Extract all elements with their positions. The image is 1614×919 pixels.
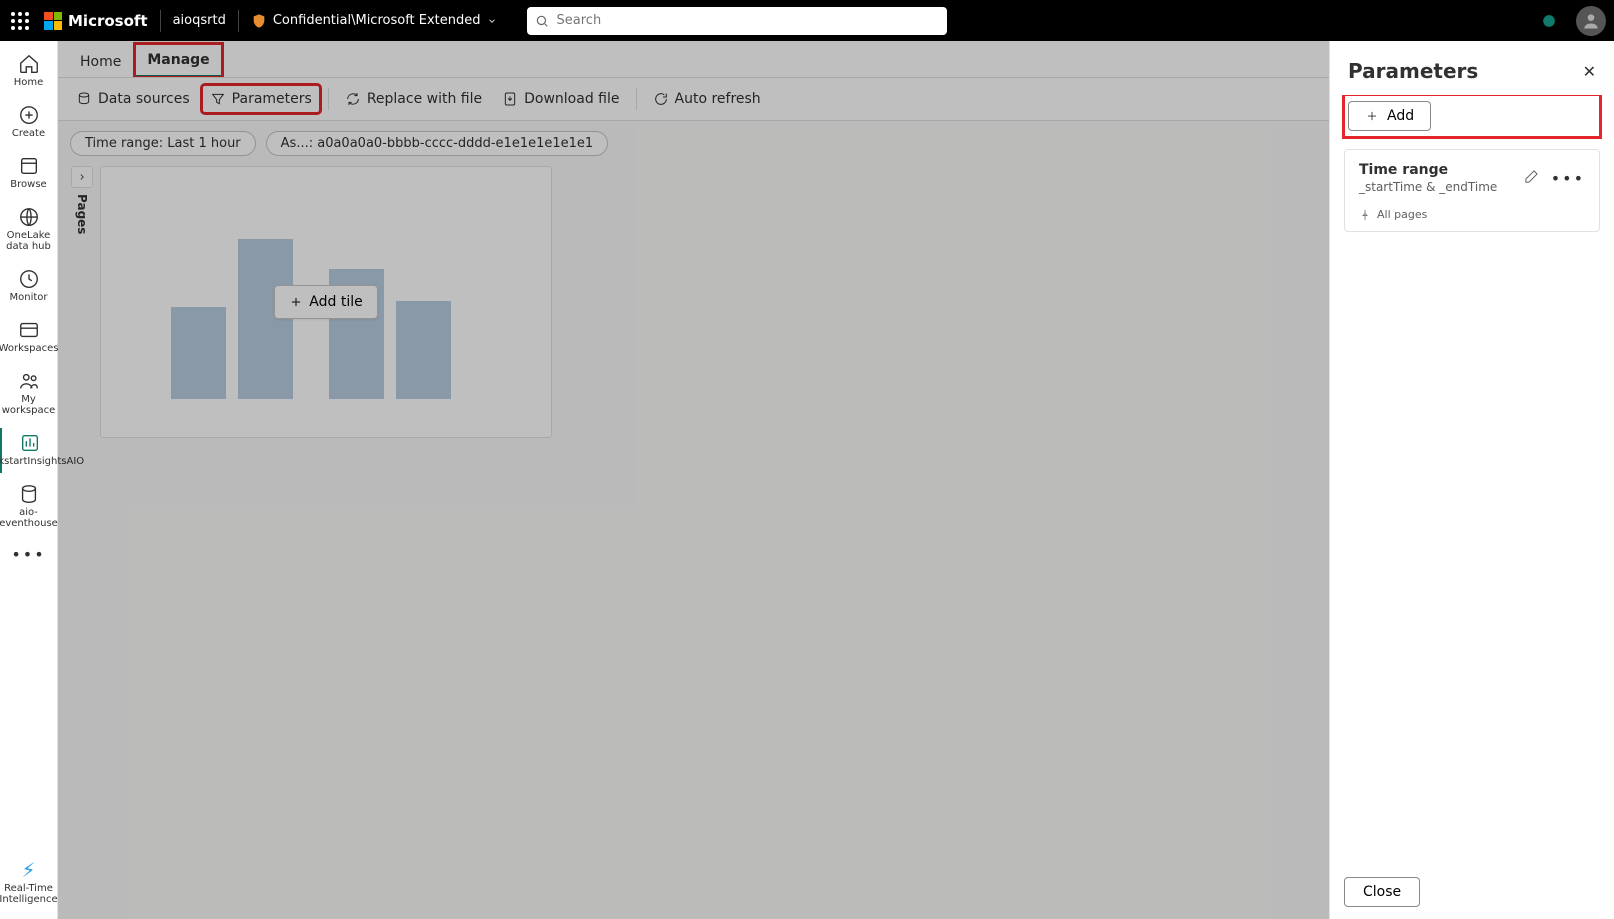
nav-label: Create: [12, 128, 45, 139]
brand-text: Microsoft: [68, 12, 148, 30]
sensitivity-selector[interactable]: Confidential\Microsoft Extended: [251, 13, 497, 29]
nav-label: Real-Time Intelligence: [0, 883, 58, 905]
nav-label: Browse: [10, 179, 46, 190]
nav-eventhouse[interactable]: aio-eventhouse: [1, 479, 57, 535]
search-wrapper: [527, 7, 947, 35]
divider: [160, 10, 161, 32]
edit-parameter-icon[interactable]: [1524, 169, 1539, 188]
nav-browse[interactable]: Browse: [1, 151, 57, 196]
monitor-icon: [18, 268, 40, 290]
dashboard-icon: [19, 432, 41, 454]
home-icon: [18, 53, 40, 75]
global-header: Microsoft aioqsrtd Confidential\Microsof…: [0, 0, 1614, 41]
nav-label: Monitor: [9, 292, 47, 303]
add-parameter-highlight: Add: [1344, 95, 1600, 137]
nav-create[interactable]: Create: [1, 100, 57, 145]
parameters-panel: Parameters ✕ Add Time range _startTime &…: [1329, 41, 1614, 919]
parameter-card[interactable]: Time range _startTime & _endTime ••• Al: [1344, 149, 1600, 232]
chevron-down-icon: [487, 16, 497, 26]
nav-label: My workspace: [1, 394, 57, 416]
database-icon: [18, 483, 40, 505]
workspace-name[interactable]: aioqsrtd: [173, 13, 226, 28]
panel-close-icon[interactable]: ✕: [1583, 62, 1596, 81]
sensitivity-label: Confidential\Microsoft Extended: [273, 13, 481, 28]
nav-realtime-intelligence[interactable]: ⚡ Real-Time Intelligence: [1, 855, 57, 911]
left-navigation: Home Create Browse OneLake data hub Moni…: [0, 41, 58, 919]
presence-indicator[interactable]: [1542, 14, 1556, 28]
search-input[interactable]: [527, 7, 947, 35]
button-label: Add: [1387, 108, 1414, 124]
user-avatar[interactable]: [1576, 6, 1606, 36]
parameter-scope: All pages: [1359, 208, 1585, 221]
main-content: Home Manage Data sources Parameters Repl…: [58, 41, 1614, 919]
panel-title: Parameters: [1348, 59, 1478, 83]
nav-workspaces[interactable]: Workspaces: [1, 315, 57, 360]
browse-icon: [18, 155, 40, 177]
nav-quickstart-insights[interactable]: QuickstartInsightsAIO: [0, 428, 55, 473]
globe-icon: [18, 206, 40, 228]
microsoft-logo-icon: [44, 12, 62, 30]
scope-label: All pages: [1377, 208, 1427, 221]
nav-label: OneLake data hub: [1, 230, 57, 252]
nav-monitor[interactable]: Monitor: [1, 264, 57, 309]
nav-my-workspace[interactable]: My workspace: [1, 366, 57, 422]
lightning-icon: ⚡: [21, 859, 35, 881]
microsoft-logo: Microsoft: [44, 12, 148, 30]
panel-close-button[interactable]: Close: [1344, 877, 1420, 907]
plus-icon: [1365, 109, 1379, 123]
app-launcher-icon[interactable]: [8, 9, 32, 33]
nav-onelake[interactable]: OneLake data hub: [1, 202, 57, 258]
parameter-subtitle: _startTime & _endTime: [1359, 180, 1497, 194]
pin-icon: [1359, 209, 1371, 221]
parameter-title: Time range: [1359, 162, 1497, 178]
nav-label: Workspaces: [0, 343, 58, 354]
nav-more[interactable]: •••: [11, 545, 45, 564]
nav-label: aio-eventhouse: [0, 507, 58, 529]
people-icon: [18, 370, 40, 392]
workspaces-icon: [18, 319, 40, 341]
nav-home[interactable]: Home: [1, 49, 57, 94]
parameter-more-icon[interactable]: •••: [1551, 169, 1585, 188]
shield-icon: [251, 13, 267, 29]
divider: [238, 10, 239, 32]
nav-label: Home: [14, 77, 44, 88]
plus-circle-icon: [18, 104, 40, 126]
add-parameter-button[interactable]: Add: [1348, 101, 1431, 131]
